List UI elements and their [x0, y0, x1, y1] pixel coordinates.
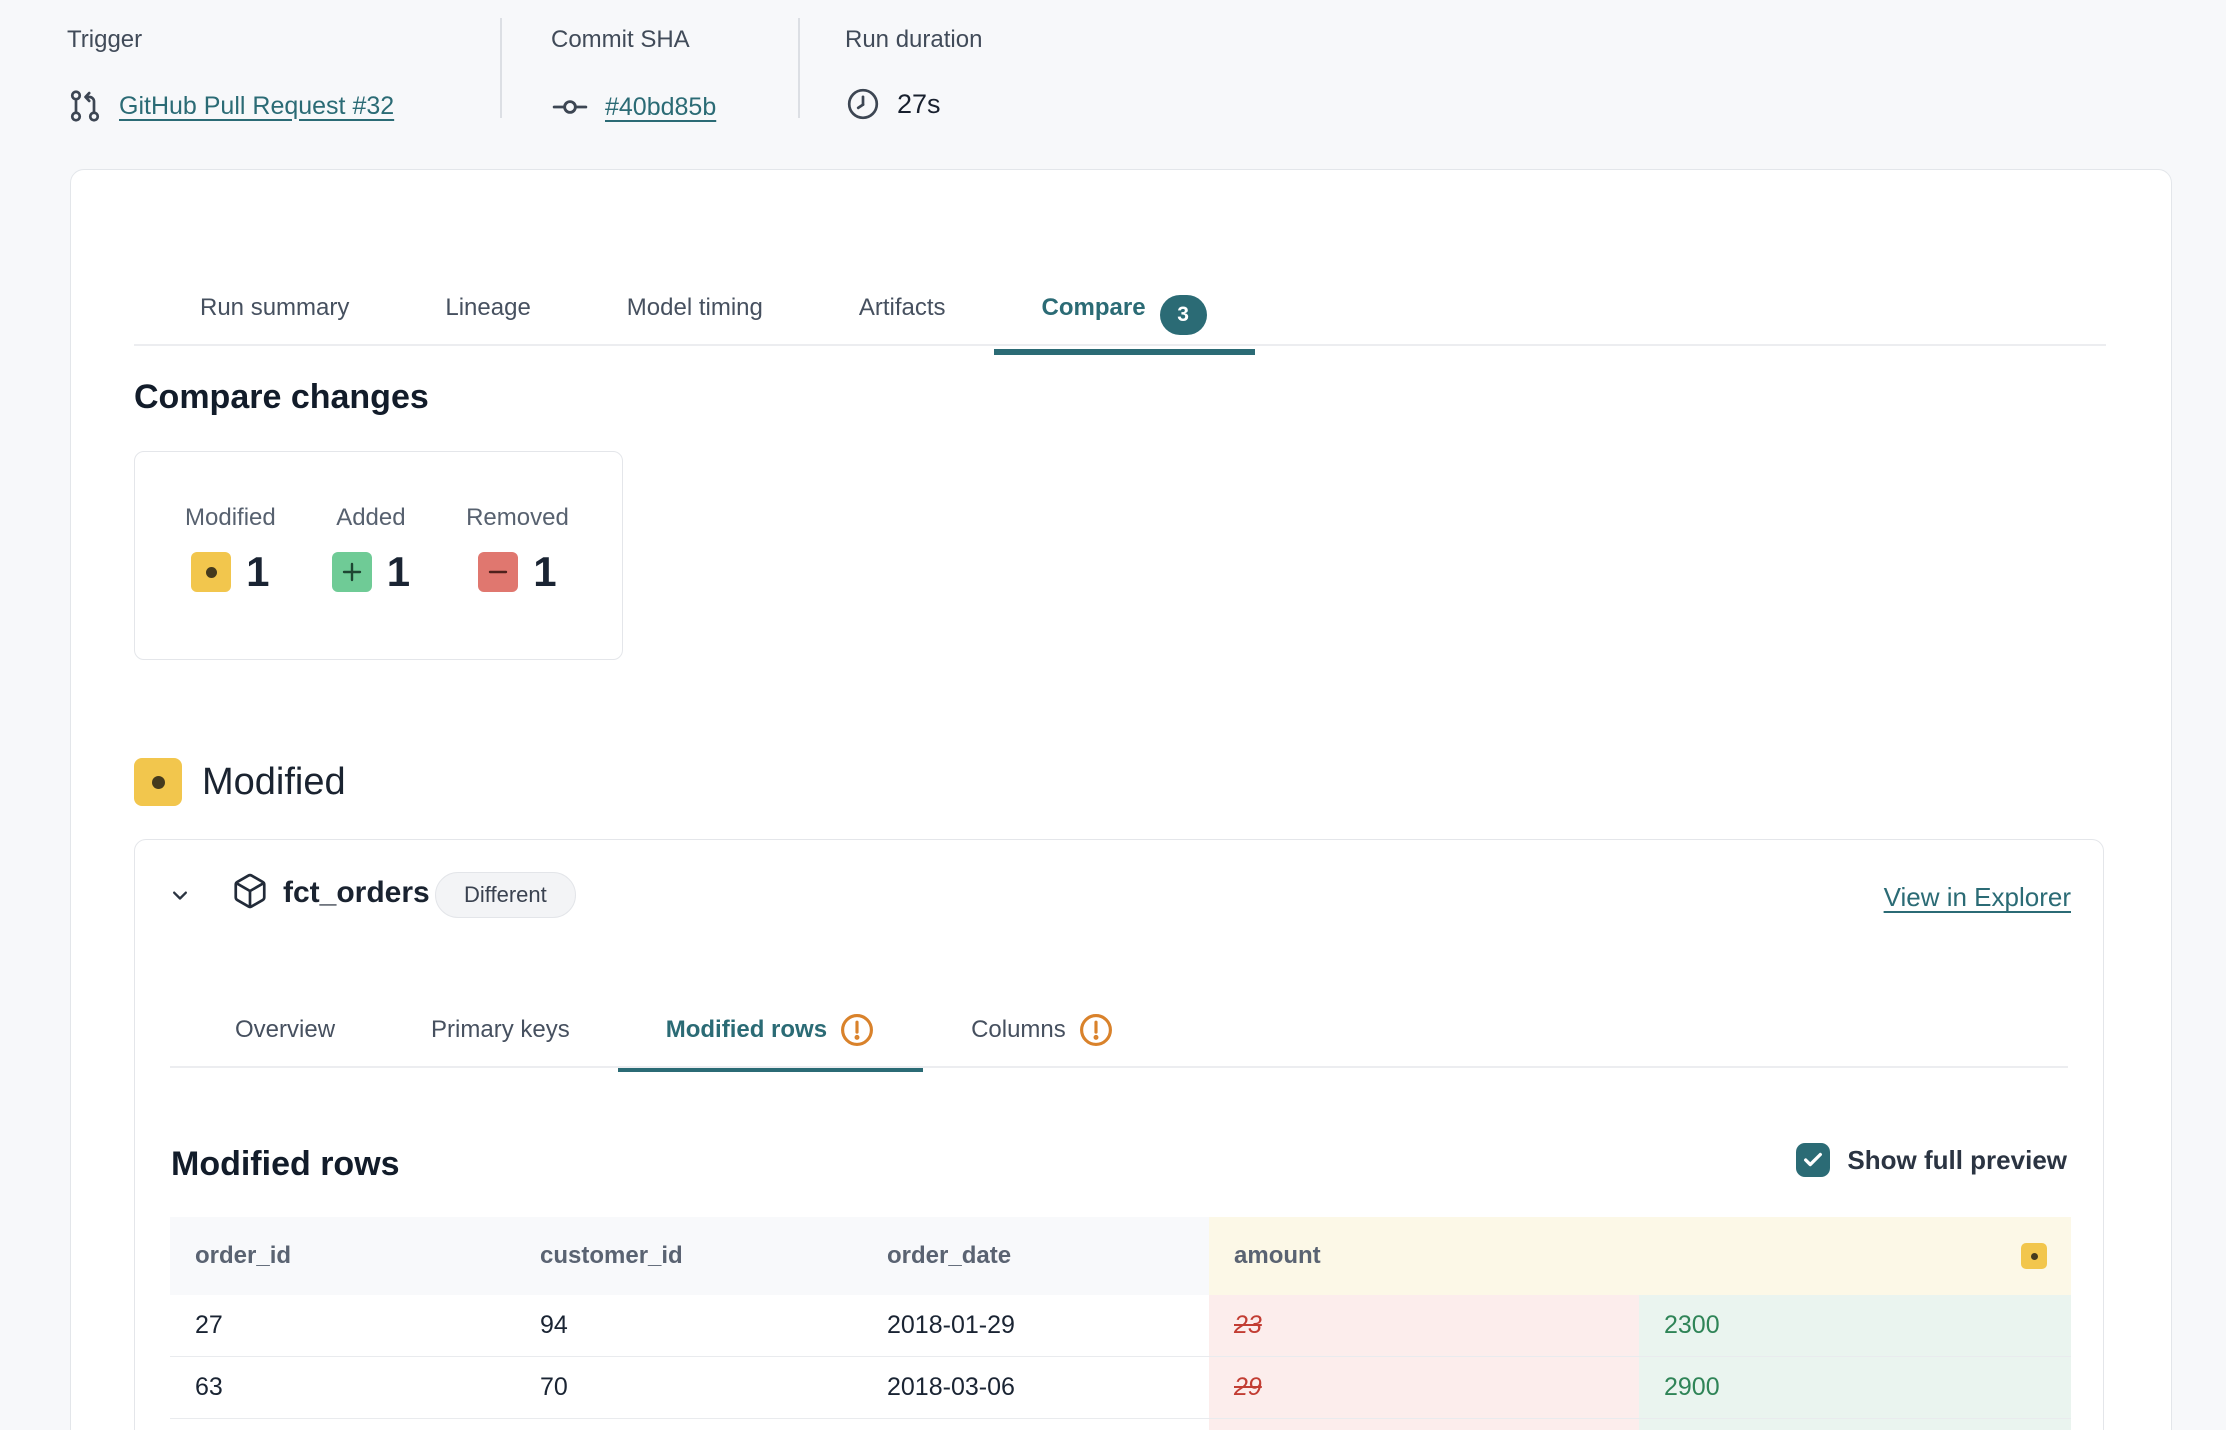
- meta-divider-2: [798, 18, 800, 118]
- modified-rows-table: order_id customer_id order_date amount 2…: [170, 1217, 2071, 1430]
- show-full-preview-checkbox[interactable]: [1796, 1143, 1830, 1177]
- model-tab-primary-keys-label: Primary keys: [431, 1016, 570, 1044]
- cell-amount-new: 2900: [1639, 1357, 2071, 1418]
- show-full-preview-label: Show full preview: [1847, 1145, 2067, 1176]
- modified-rows-title: Modified rows: [171, 1145, 400, 1184]
- show-full-preview-control[interactable]: Show full preview: [1796, 1143, 2067, 1177]
- compare-count-badge: 3: [1160, 295, 1207, 335]
- modified-section-icon: [134, 758, 182, 806]
- stat-removed-value: 1: [533, 548, 556, 596]
- stat-added-value: 1: [387, 548, 410, 596]
- column-header-order-id: order_id: [170, 1217, 515, 1295]
- modified-column-dot-icon: [2021, 1243, 2047, 1269]
- model-tab-overview-label: Overview: [235, 1016, 335, 1044]
- stat-added: Added 1: [332, 504, 410, 659]
- added-plus-icon: [332, 552, 372, 592]
- table-header-row: order_id customer_id order_date amount: [170, 1217, 2071, 1295]
- run-details-card: Run summary Lineage Model timing Artifac…: [70, 169, 2172, 1430]
- git-commit-icon: [551, 88, 589, 126]
- model-tab-columns[interactable]: Columns: [923, 998, 1162, 1072]
- column-header-order-date: order_date: [862, 1217, 1209, 1295]
- model-tab-columns-label: Columns: [971, 1016, 1066, 1044]
- commit-meta-block: Commit SHA #40bd85b: [551, 26, 716, 126]
- model-tabbar-divider: [170, 1066, 2068, 1068]
- cell-order-id: 27: [170, 1295, 515, 1356]
- commit-sha-link[interactable]: #40bd85b: [605, 93, 716, 122]
- model-tab-modified-rows[interactable]: Modified rows: [618, 998, 923, 1072]
- cell-order-date: 2018-03-06: [862, 1357, 1209, 1418]
- modified-section-header: Modified: [134, 758, 346, 806]
- cell-order-id: 63: [170, 1357, 515, 1418]
- trigger-label: Trigger: [67, 26, 394, 54]
- meta-divider: [500, 18, 502, 118]
- column-header-amount-label: amount: [1234, 1242, 1321, 1269]
- stat-modified-label: Modified: [185, 504, 276, 532]
- cell-amount-old: 29: [1209, 1357, 1639, 1418]
- modified-section-title: Modified: [202, 761, 346, 804]
- cell-amount-new: 2300: [1639, 1295, 2071, 1356]
- commit-label: Commit SHA: [551, 26, 716, 54]
- cell-customer-id: 94: [515, 1295, 862, 1356]
- model-tab-modified-rows-label: Modified rows: [666, 1016, 827, 1044]
- table-row-partial: [170, 1419, 2071, 1430]
- tab-compare-label: Compare: [1042, 294, 1146, 321]
- cell-order-date: 2018-01-29: [862, 1295, 1209, 1356]
- stat-added-label: Added: [336, 504, 405, 532]
- cell-customer-id: 70: [515, 1357, 862, 1418]
- model-tab-overview[interactable]: Overview: [187, 998, 383, 1072]
- view-in-explorer-link[interactable]: View in Explorer: [1884, 882, 2071, 913]
- stat-modified: Modified 1: [185, 504, 276, 659]
- stat-modified-value: 1: [246, 548, 269, 596]
- stat-removed-label: Removed: [466, 504, 569, 532]
- collapse-chevron-icon[interactable]: [161, 876, 199, 914]
- model-name: fct_orders: [283, 876, 430, 910]
- model-cube-icon: [231, 872, 269, 915]
- column-header-customer-id: customer_id: [515, 1217, 862, 1295]
- run-duration-value: 27s: [897, 89, 941, 120]
- model-card-fct-orders: fct_orders Different View in Explorer Ov…: [134, 839, 2104, 1430]
- trigger-meta-block: Trigger GitHub Pull Request #32: [67, 26, 394, 124]
- warning-icon: [839, 1012, 875, 1048]
- modified-dot-icon: [191, 552, 231, 592]
- model-tab-primary-keys[interactable]: Primary keys: [383, 998, 618, 1072]
- model-status-badge: Different: [435, 872, 576, 918]
- cell-amount-old: 23: [1209, 1295, 1639, 1356]
- column-header-amount: amount: [1209, 1217, 2071, 1295]
- warning-icon: [1078, 1012, 1114, 1048]
- trigger-link[interactable]: GitHub Pull Request #32: [119, 92, 394, 121]
- duration-meta-block: Run duration 27s: [845, 26, 982, 122]
- stat-removed: Removed 1: [466, 504, 569, 659]
- table-row: 63 70 2018-03-06 29 2900: [170, 1357, 2071, 1419]
- clock-icon: [845, 86, 881, 122]
- table-row: 27 94 2018-01-29 23 2300: [170, 1295, 2071, 1357]
- git-pull-request-icon: [67, 88, 103, 124]
- compare-changes-title: Compare changes: [134, 378, 429, 417]
- removed-minus-icon: [478, 552, 518, 592]
- model-tabs: Overview Primary keys Modified rows Colu…: [187, 998, 1162, 1072]
- compare-summary-card: Modified 1 Added 1 Removed 1: [134, 451, 623, 660]
- tabbar-divider: [134, 344, 2106, 346]
- run-duration-label: Run duration: [845, 26, 982, 54]
